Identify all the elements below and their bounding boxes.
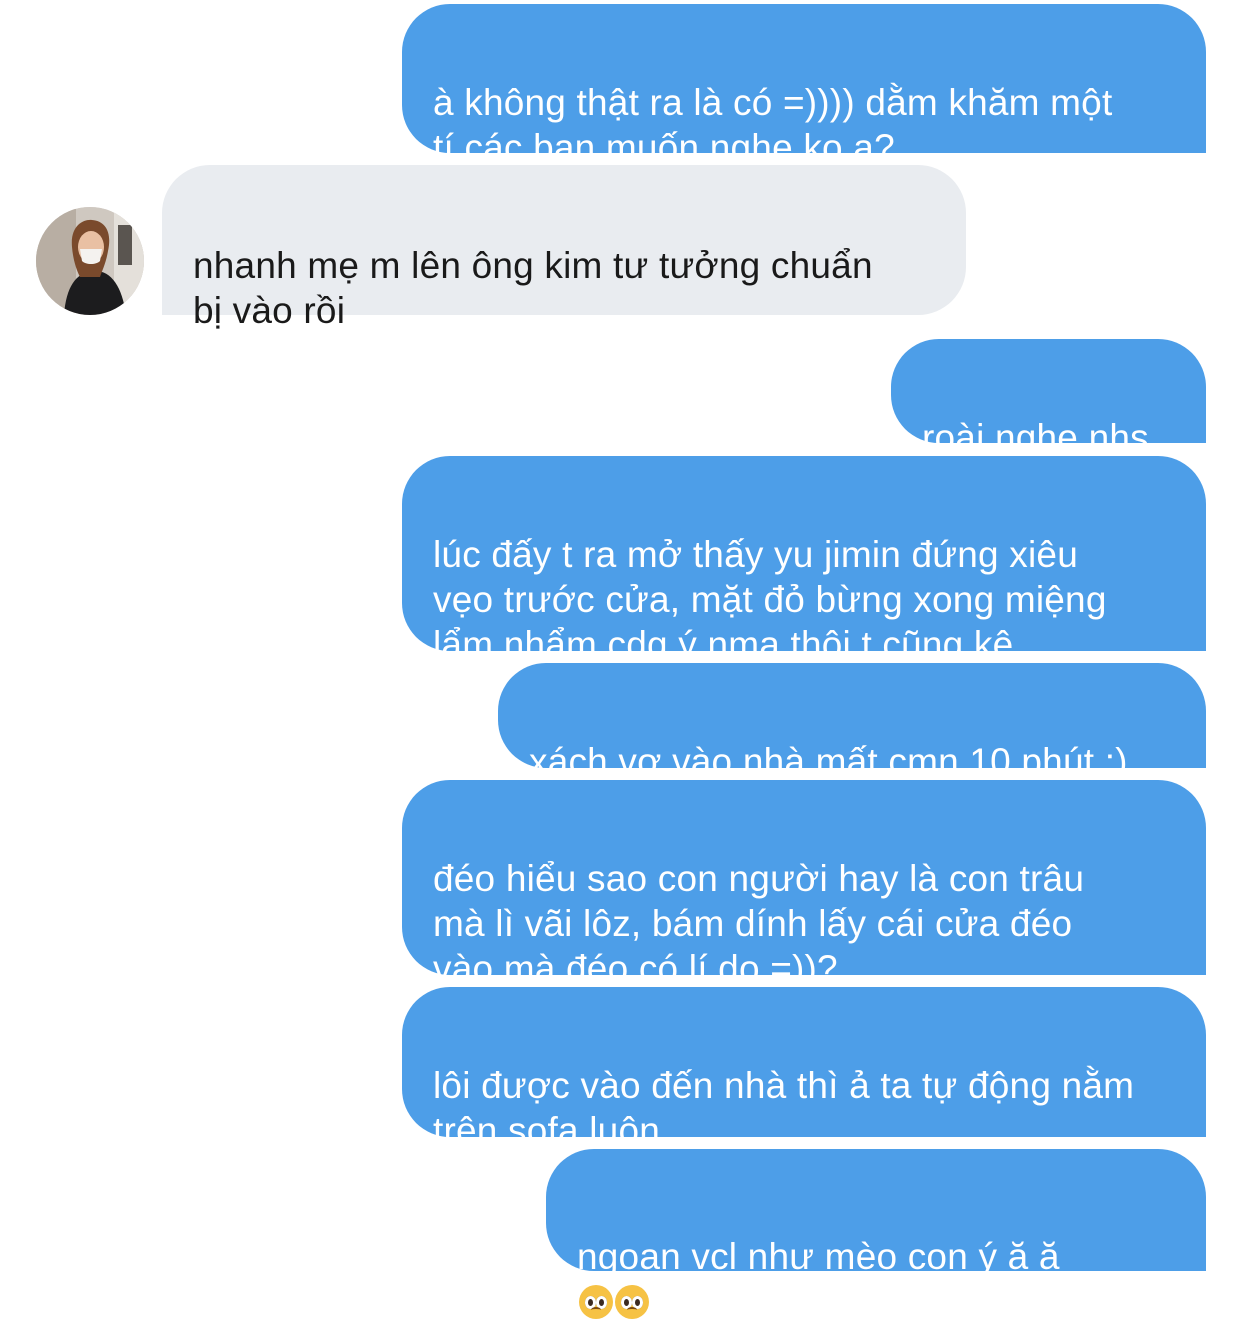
pleading-face-icon — [579, 1285, 613, 1319]
message-bubble-received[interactable]: nhanh mẹ m lên ông kim tư tưởng chuẩn bị… — [162, 165, 966, 331]
message-bubble-sent[interactable]: roài nghe nhs — [891, 339, 1206, 458]
message-bubble-sent[interactable]: xách vợ vào nhà mất cmn 10 phút :) — [498, 663, 1206, 782]
message-bubble-sent[interactable]: lúc đấy t ra mở thấy yu jimin đứng xiêu … — [402, 456, 1206, 665]
message-bubble-sent[interactable]: ngoan vcl như mèo con ý ă ă — [546, 1149, 1206, 1319]
avatar[interactable] — [36, 207, 144, 315]
message-bubble-sent[interactable]: à không thật ra là có =)))) dằm khăm một… — [402, 4, 1206, 168]
message-text: ngoan vcl như mèo con ý ă ă — [577, 1236, 1060, 1277]
message-thread: à không thật ra là có =)))) dằm khăm một… — [0, 0, 1242, 1319]
message-bubble-sent[interactable]: đéo hiểu sao con người hay là con trâu m… — [402, 780, 1206, 989]
message-text: lúc đấy t ra mở thấy yu jimin đứng xiêu … — [433, 534, 1107, 665]
message-text: xách vợ vào nhà mất cmn 10 phút :) — [529, 741, 1128, 782]
message-text: à không thật ra là có =)))) dằm khăm một… — [433, 82, 1113, 168]
message-bubble-sent[interactable]: lôi được vào đến nhà thì ả ta tự động nằ… — [402, 987, 1206, 1151]
user-avatar-icon — [36, 207, 144, 315]
message-text: nhanh mẹ m lên ông kim tư tưởng chuẩn bị… — [193, 245, 873, 331]
message-text: lôi được vào đến nhà thì ả ta tự động nằ… — [433, 1065, 1135, 1151]
message-text: đéo hiểu sao con người hay là con trâu m… — [433, 858, 1085, 989]
message-text: roài nghe nhs — [922, 417, 1149, 458]
pleading-face-icon — [615, 1285, 649, 1319]
